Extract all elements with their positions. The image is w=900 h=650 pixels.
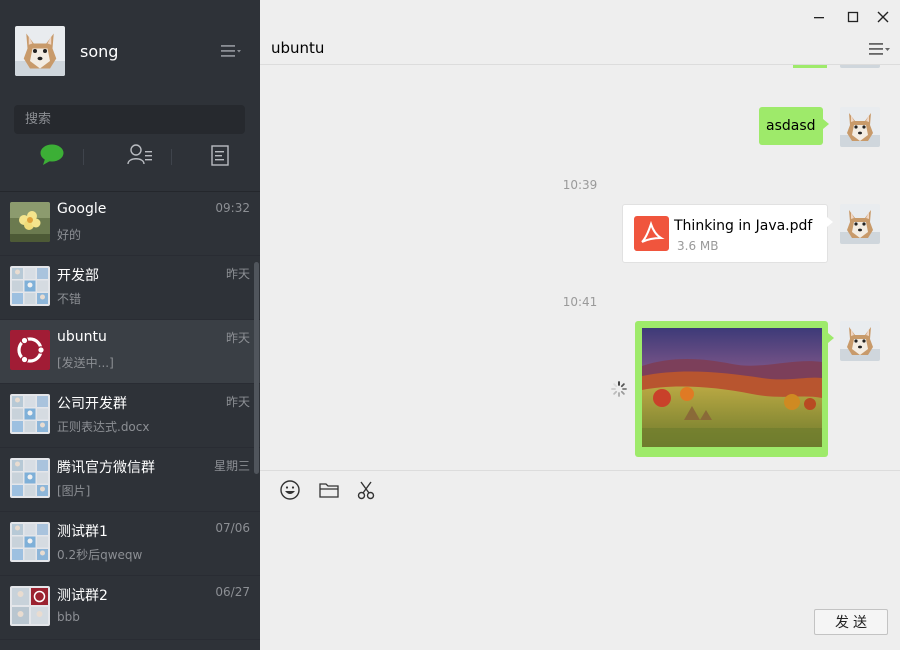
profile-header: song bbox=[0, 0, 260, 100]
chat-list: Google 09:32 好的 开发部 昨天 不错 ubuntu 昨天 [发送中… bbox=[0, 191, 260, 650]
minimize-icon[interactable] bbox=[810, 8, 828, 26]
send-button[interactable]: 发送 bbox=[814, 609, 888, 635]
contact-name: 测试群2 bbox=[57, 588, 108, 604]
contact-name: Google bbox=[57, 201, 107, 217]
contact-avatar bbox=[10, 202, 50, 242]
landscape-image bbox=[642, 328, 822, 447]
search-input[interactable] bbox=[14, 105, 245, 134]
tab-divider bbox=[171, 149, 172, 165]
text-message-bubble[interactable]: asdasd bbox=[759, 107, 829, 145]
my-avatar[interactable] bbox=[840, 321, 880, 361]
timestamp-separator: 10:39 bbox=[562, 178, 598, 192]
message-preview: 好的 bbox=[57, 228, 82, 242]
chat-title: ubuntu bbox=[271, 39, 325, 57]
folder-icon[interactable] bbox=[318, 479, 340, 501]
message-preview: 0.2秒后qweqw bbox=[57, 548, 143, 562]
chat-list-item[interactable]: 测试群1 07/06 0.2秒后qweqw bbox=[0, 512, 260, 576]
message-time: 昨天 bbox=[225, 267, 250, 281]
group-avatar bbox=[10, 266, 50, 306]
message-preview: bbb bbox=[57, 610, 80, 624]
file-message-card[interactable]: Thinking in Java.pdf 3.6 MB bbox=[622, 204, 833, 263]
chat-menu-icon[interactable] bbox=[866, 40, 894, 58]
message-time: 06/27 bbox=[215, 585, 250, 599]
group-avatar bbox=[10, 458, 50, 498]
message-text: asdasd bbox=[766, 118, 816, 134]
contact-name: 腾讯官方微信群 bbox=[57, 460, 155, 476]
message-preview: [发送中...] bbox=[57, 356, 114, 370]
message-preview: 不错 bbox=[57, 292, 82, 306]
chat-list-item[interactable]: 开发部 昨天 不错 bbox=[0, 256, 260, 320]
username: song bbox=[80, 42, 119, 61]
contact-name: ubuntu bbox=[57, 329, 107, 345]
group-avatar bbox=[10, 586, 50, 626]
maximize-icon[interactable] bbox=[844, 8, 862, 26]
file-size: 3.6 MB bbox=[677, 239, 719, 253]
contacts-icon bbox=[127, 144, 152, 165]
group-avatar bbox=[10, 394, 50, 434]
sending-spinner-icon bbox=[610, 380, 628, 398]
user-avatar[interactable] bbox=[15, 26, 65, 76]
chat-bubble-icon bbox=[40, 144, 64, 165]
chat-list-item[interactable]: 腾讯官方微信群 星期三 [图片] bbox=[0, 448, 260, 512]
message-time: 昨天 bbox=[225, 331, 250, 345]
chat-list-item[interactable]: Google 09:32 好的 bbox=[0, 192, 260, 256]
image-message-bubble[interactable] bbox=[635, 321, 834, 457]
composer-toolbar bbox=[260, 471, 900, 507]
tab-favorites[interactable] bbox=[200, 140, 240, 172]
my-avatar[interactable] bbox=[840, 107, 880, 147]
message-area: asdasd 10:39 Thinking in Java.pdf 3.6 MB… bbox=[260, 65, 900, 470]
message-input[interactable] bbox=[274, 510, 886, 600]
scissors-icon[interactable] bbox=[355, 479, 377, 501]
contact-name: 开发部 bbox=[57, 268, 99, 284]
close-icon[interactable] bbox=[874, 8, 892, 26]
message-time: 07/06 bbox=[215, 521, 250, 535]
tab-contacts[interactable] bbox=[120, 140, 160, 172]
message-time: 星期三 bbox=[213, 459, 250, 473]
file-name: Thinking in Java.pdf bbox=[674, 218, 813, 234]
ubuntu-avatar bbox=[10, 330, 50, 370]
my-avatar bbox=[840, 65, 880, 68]
chat-list-item[interactable]: 测试群2 06/27 bbb bbox=[0, 576, 260, 640]
message-time: 昨天 bbox=[225, 395, 250, 409]
contact-name: 测试群1 bbox=[57, 524, 108, 540]
document-icon bbox=[211, 145, 229, 166]
tab-divider bbox=[83, 149, 84, 165]
chat-window: ubuntu asdasd 10:39 Thinking in Java.pdf bbox=[260, 0, 900, 650]
pdf-icon bbox=[634, 216, 669, 251]
message-preview: 正则表达式.docx bbox=[57, 420, 150, 434]
message-time: 09:32 bbox=[215, 201, 250, 215]
chat-list-item-active[interactable]: ubuntu 昨天 [发送中...] bbox=[0, 320, 260, 384]
tab-chats[interactable] bbox=[32, 140, 72, 172]
chat-list-scrollbar[interactable] bbox=[254, 262, 259, 474]
sidebar-tabs bbox=[0, 140, 260, 176]
window-controls bbox=[800, 0, 900, 34]
timestamp-separator: 10:41 bbox=[562, 295, 598, 309]
hamburger-menu-icon[interactable] bbox=[218, 42, 246, 60]
emoji-icon[interactable] bbox=[279, 479, 301, 501]
previous-message-bubble bbox=[793, 65, 827, 68]
my-avatar[interactable] bbox=[840, 204, 880, 244]
group-avatar bbox=[10, 522, 50, 562]
sidebar: song 搜索 Google 09:32 好的 开发部 昨天 不错 ubuntu… bbox=[0, 0, 260, 650]
contact-name: 公司开发群 bbox=[57, 396, 127, 412]
chat-list-item[interactable]: 公司开发群 昨天 正则表达式.docx bbox=[0, 384, 260, 448]
message-preview: [图片] bbox=[57, 484, 91, 498]
